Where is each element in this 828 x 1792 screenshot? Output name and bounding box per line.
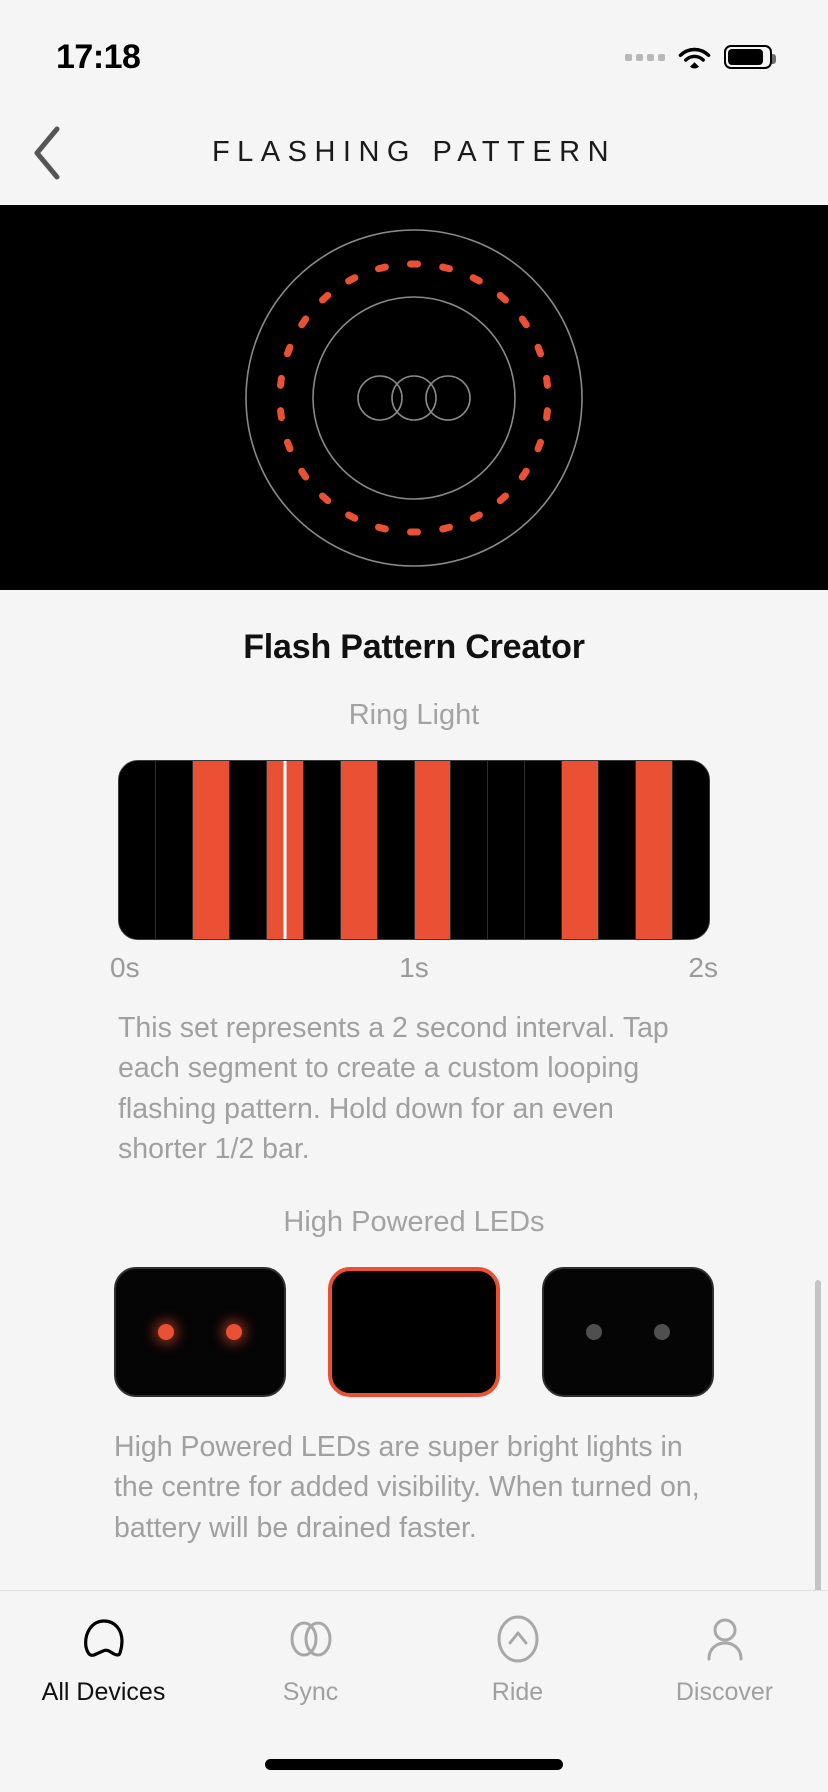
timeline-description: This set represents a 2 second interval.…: [118, 1012, 669, 1166]
timeline-segment[interactable]: [340, 761, 378, 939]
timeline-segment[interactable]: [119, 761, 156, 939]
timeline-segment[interactable]: [155, 761, 193, 939]
status-indicators: [625, 45, 776, 69]
timeline-segment[interactable]: [488, 761, 526, 939]
creator-title: Flash Pattern Creator: [243, 628, 585, 666]
axis-label-end: 2s: [688, 952, 718, 983]
ring-light-preview-panel: [0, 205, 828, 590]
axis-label-mid: 1s: [399, 952, 429, 983]
hp-led-option-dim[interactable]: [542, 1266, 714, 1397]
timeline-segment[interactable]: [451, 761, 489, 939]
ride-chevron-circle-icon: [495, 1613, 541, 1665]
wifi-icon: [678, 45, 711, 69]
bottom-tab-bar: All Devices Sync Ride Discover: [0, 1590, 828, 1792]
led-indicator-dot: [158, 1323, 174, 1340]
page-header: FLASHING PATTERN: [0, 100, 828, 205]
sync-rings-icon: [283, 1613, 339, 1665]
timeline-axis: 0s 1s 2s: [110, 952, 718, 984]
timeline-segment[interactable]: [414, 761, 452, 939]
content-scrollbar[interactable]: [815, 1280, 821, 1590]
led-indicator-dot: [226, 1323, 242, 1340]
main-content: Flash Pattern Creator Ring Light 0s 1s 2…: [0, 590, 828, 1590]
ring-light-preview: [244, 228, 584, 568]
tab-label: Discover: [675, 1678, 774, 1706]
timeline-segment[interactable]: [636, 761, 674, 939]
status-time: 17:18: [56, 37, 141, 76]
timeline-segment[interactable]: [229, 761, 267, 939]
timeline-segment[interactable]: [599, 761, 637, 939]
signal-dots-icon: [625, 53, 665, 61]
timeline-segment[interactable]: [562, 761, 600, 939]
helmet-icon: [78, 1613, 130, 1665]
back-button[interactable]: [14, 121, 78, 185]
page-title: FLASHING PATTERN: [211, 136, 617, 168]
battery-icon: [724, 45, 776, 69]
timeline-segment[interactable]: [377, 761, 415, 939]
tab-label: Sync: [282, 1678, 339, 1706]
led-indicator-dot: [654, 1323, 670, 1340]
hp-leds-label: High Powered LEDs: [283, 1205, 545, 1238]
hp-leds-description: High Powered LEDs are super bright light…: [114, 1430, 700, 1544]
person-icon: [702, 1613, 748, 1665]
tab-ride[interactable]: Ride: [414, 1613, 621, 1707]
tab-all-devices[interactable]: All Devices: [0, 1613, 207, 1707]
timeline-segment[interactable]: [266, 761, 304, 939]
timeline-segment[interactable]: [303, 761, 341, 939]
timeline-segment[interactable]: [673, 761, 709, 939]
tab-label: Ride: [491, 1678, 544, 1706]
tab-sync[interactable]: Sync: [207, 1613, 414, 1707]
status-bar: 17:18: [0, 0, 828, 100]
channel-label: Ring Light: [348, 699, 480, 731]
hp-led-option-on[interactable]: [114, 1266, 286, 1397]
axis-label-start: 0s: [110, 952, 140, 983]
hp-led-options: [114, 1266, 714, 1397]
timeline-container: [118, 760, 710, 940]
led-indicator-dot: [586, 1323, 602, 1340]
home-indicator: [265, 1759, 563, 1770]
timeline-segment[interactable]: [192, 761, 230, 939]
tab-label: All Devices: [41, 1678, 166, 1706]
app-root: 17:18 FLASHING PATTERN Flash Pattern Cre…: [0, 0, 828, 1792]
pattern-timeline[interactable]: [118, 760, 710, 940]
hp-led-option-off[interactable]: [328, 1266, 500, 1397]
timeline-segment[interactable]: [525, 761, 563, 939]
chevron-left-icon: [34, 126, 60, 179]
tab-discover[interactable]: Discover: [621, 1613, 828, 1707]
